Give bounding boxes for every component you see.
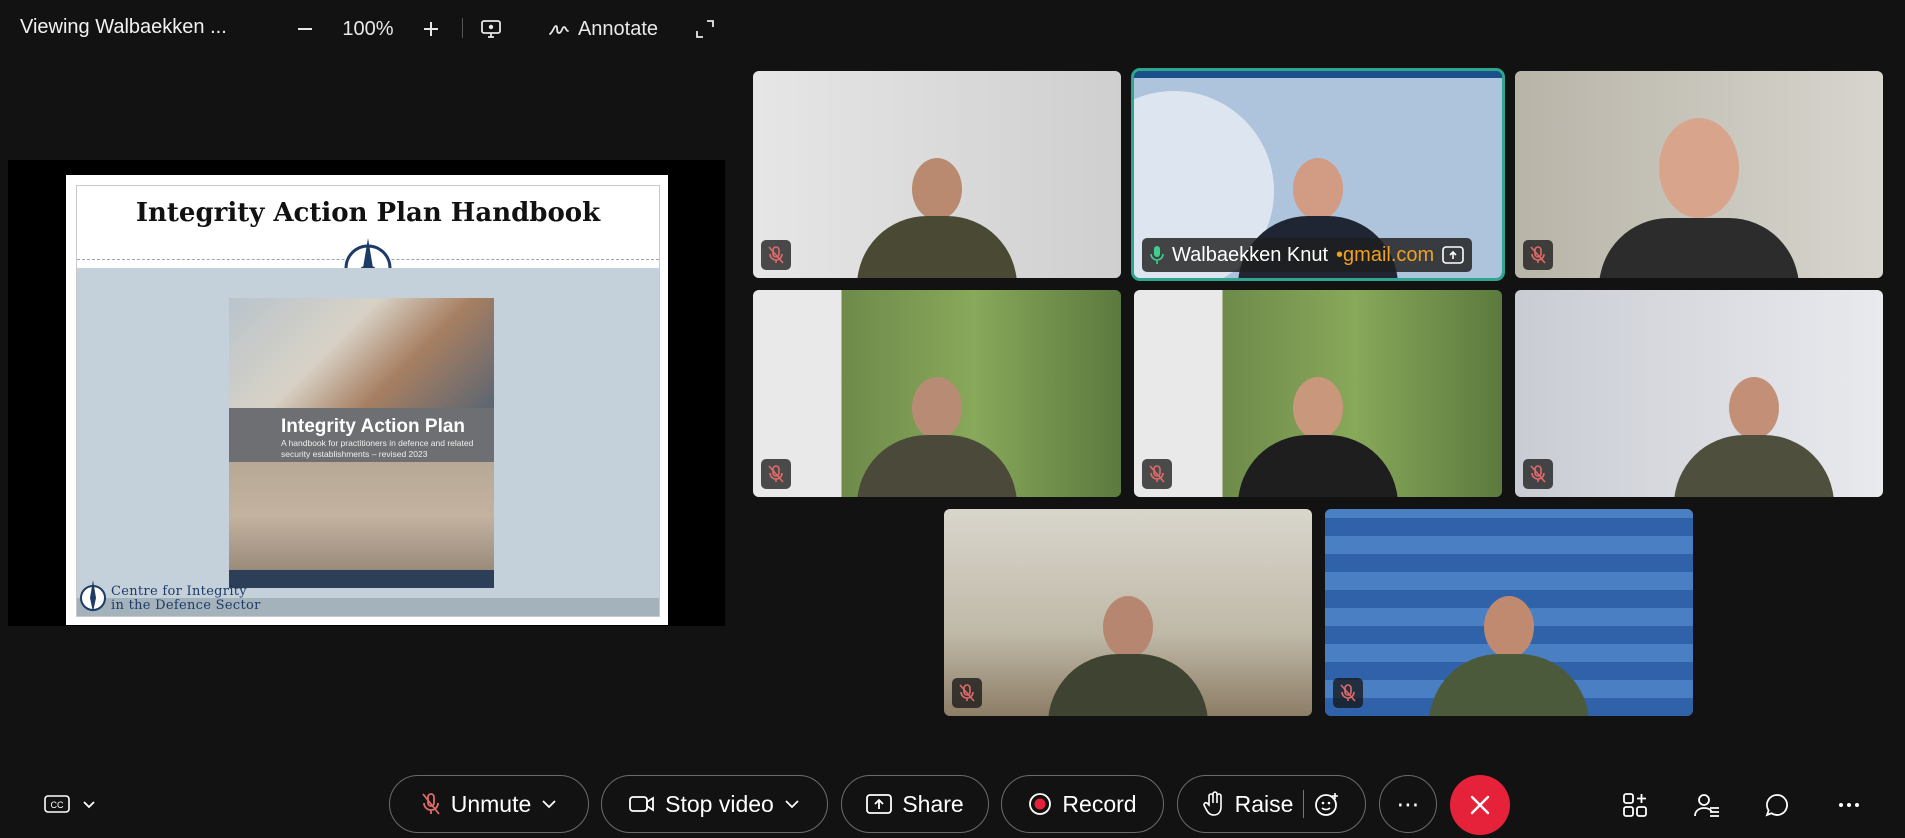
muted-indicator [1142,459,1172,489]
annotate-label: Annotate [577,17,659,40]
expand-icon [696,20,714,38]
muted-indicator [761,459,791,489]
cids-name-line1: Centre for Integrity [111,584,247,599]
mic-muted-icon [1530,246,1546,264]
plus-icon [424,22,438,36]
slide-title: Integrity Action Plan Handbook [135,198,601,228]
participant-video [1238,377,1398,497]
closed-captions-button[interactable]: CC [44,788,96,822]
zoom-out-button[interactable] [290,12,320,46]
mic-muted-icon [1530,465,1546,483]
more-options-icon [1839,803,1859,807]
mic-muted-icon [768,465,784,483]
mic-muted-icon [768,246,784,264]
annotate-button[interactable]: Annotate [538,12,668,46]
share-label: Share [902,790,964,817]
mic-muted-icon [959,684,975,702]
raise-hand-button[interactable]: Raise [1177,775,1366,833]
participant-tile[interactable] [753,71,1121,278]
book-subtitle: A handbook for practitioners in defence … [281,438,474,459]
more-options-button-right[interactable] [1832,788,1866,822]
raise-label: Raise [1234,790,1294,817]
mic-muted-icon [1340,684,1356,702]
video-camera-icon [629,796,655,812]
share-viewing-title: Viewing Walbaekken ... [20,16,227,38]
muted-indicator [1523,240,1553,270]
participants-button[interactable] [1690,788,1724,822]
participant-video [1429,596,1589,716]
chat-button[interactable] [1760,788,1794,822]
record-label: Record [1062,790,1137,817]
participant-name: Walbaekken Knut [1172,243,1329,266]
muted-indicator [952,678,982,708]
cover-footer [229,570,494,588]
participant-tile[interactable] [1515,290,1883,497]
cover-photo-lower [229,462,494,570]
participant-tile[interactable] [1134,290,1502,497]
participant-video [1048,596,1208,716]
top-bar: Viewing Walbaekken ... 100% Annotate [0,0,760,58]
participant-video [1589,118,1809,278]
toolbar-divider [462,18,463,38]
chat-icon [1765,794,1788,817]
cids-name-line2: in the Defence Sector [111,598,261,613]
participant-video [857,158,1017,278]
zoom-in-button[interactable] [416,12,446,46]
stop-video-button[interactable]: Stop video [601,775,828,833]
more-options-button[interactable]: ⋯ [1379,775,1437,833]
slide-frame: Integrity Action Plan Handbook Integrity… [76,185,660,617]
record-button[interactable]: Record [1001,775,1164,833]
sharing-screen-icon [1442,246,1464,264]
fullscreen-button[interactable] [690,12,720,46]
svg-text:CC: CC [51,800,64,810]
minus-icon [298,28,312,30]
share-screen-icon [866,794,893,814]
apps-button[interactable] [1618,788,1652,822]
zoom-level: 100% [342,17,394,40]
share-button[interactable]: Share [841,775,989,833]
chevron-down-icon [83,801,95,809]
reactions-emoji-icon[interactable] [1314,791,1340,817]
participant-tile[interactable] [944,509,1312,716]
participant-tile[interactable] [1515,71,1883,278]
stop-video-label: Stop video [665,790,774,817]
participant-video [857,377,1017,497]
cover-photo [229,298,494,408]
participant-video [1674,377,1835,497]
participant-tile-active-speaker[interactable]: Walbaekken Knut •gmail.com [1131,68,1505,281]
mic-active-icon [1150,246,1164,264]
chevron-down-icon[interactable] [784,799,800,809]
slide-body: Integrity Action Plan A handbook for pra… [77,268,659,598]
annotate-pen-icon [549,25,569,35]
mic-muted-icon [1149,465,1165,483]
book-title: Integrity Action Plan [281,416,466,437]
muted-indicator [761,240,791,270]
more-options-label: ⋯ [1396,790,1420,817]
muted-indicator [1333,678,1363,708]
apps-icon [1623,793,1647,817]
mic-muted-icon [422,793,440,815]
participant-tile[interactable] [1325,509,1693,716]
participant-tile[interactable] [753,290,1121,497]
raise-hand-icon [1202,791,1222,816]
participants-icon [1694,794,1719,817]
present-screen-button[interactable] [476,12,506,46]
close-icon [1470,795,1490,815]
chevron-down-icon[interactable] [541,799,557,809]
book-cover: Integrity Action Plan A handbook for pra… [229,298,494,588]
button-divider [1303,790,1305,818]
muted-indicator [1523,459,1553,489]
participant-email: •gmail.com [1336,243,1435,266]
leave-meeting-button[interactable] [1450,775,1510,835]
shared-content-view[interactable]: Integrity Action Plan Handbook Integrity… [8,160,725,626]
presentation-slide: Integrity Action Plan Handbook Integrity… [66,175,668,625]
unmute-button[interactable]: Unmute [389,775,589,833]
screen-share-icon [481,20,501,38]
closed-captions-icon: CC [44,795,70,813]
participant-name-label: Walbaekken Knut •gmail.com [1142,238,1473,272]
unmute-label: Unmute [450,790,532,817]
record-icon [1029,793,1052,815]
cids-logo-icon [80,580,106,612]
